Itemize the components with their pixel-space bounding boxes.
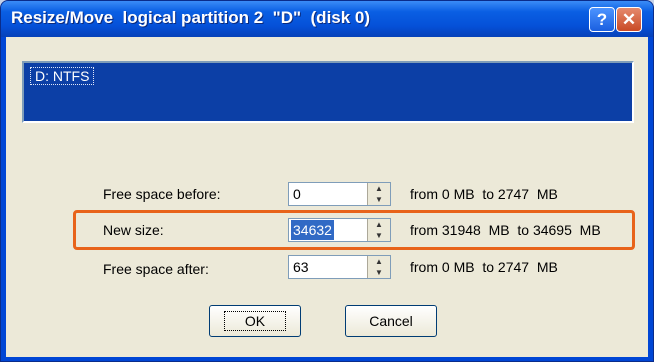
dialog-body: D: NTFS Free space before: 0 ▲ ▼ from 0 … [6, 37, 648, 357]
title-bar[interactable]: Resize/Move logical partition 2 "D" (dis… [1, 1, 653, 37]
spin-up-icon[interactable]: ▲ [368, 256, 390, 267]
spin-down-icon[interactable]: ▼ [368, 194, 390, 205]
resize-move-dialog: Resize/Move logical partition 2 "D" (dis… [0, 0, 654, 362]
cancel-button-label: Cancel [369, 313, 413, 329]
free-space-after-arrows[interactable]: ▲ ▼ [367, 256, 390, 278]
spin-up-icon[interactable]: ▲ [368, 183, 390, 194]
partition-list[interactable]: D: NTFS [22, 61, 634, 123]
free-space-after-label: Free space after: [103, 261, 209, 277]
dialog-title: Resize/Move logical partition 2 "D" (dis… [11, 8, 371, 27]
free-space-after-range: from 0 MB to 2747 MB [410, 259, 558, 275]
free-space-before-arrows[interactable]: ▲ ▼ [367, 183, 390, 205]
close-icon: ✕ [621, 9, 637, 29]
free-space-after-input[interactable]: 63 [291, 257, 311, 277]
help-button[interactable]: ? [589, 7, 615, 32]
free-space-before-input[interactable]: 0 [291, 184, 303, 204]
spin-down-icon[interactable]: ▼ [368, 267, 390, 278]
free-space-before-range: from 0 MB to 2747 MB [410, 186, 558, 202]
free-space-after-spinner[interactable]: 63 ▲ ▼ [288, 255, 391, 279]
ok-button[interactable]: OK [209, 305, 301, 337]
free-space-before-spinner[interactable]: 0 ▲ ▼ [288, 182, 391, 206]
free-space-before-label: Free space before: [103, 186, 221, 202]
cancel-button[interactable]: Cancel [345, 305, 437, 337]
help-icon: ? [596, 9, 608, 29]
ok-button-label: OK [223, 311, 287, 331]
new-size-highlight-box [73, 210, 635, 250]
partition-item-d-ntfs[interactable]: D: NTFS [30, 67, 95, 85]
close-button[interactable]: ✕ [616, 7, 642, 32]
